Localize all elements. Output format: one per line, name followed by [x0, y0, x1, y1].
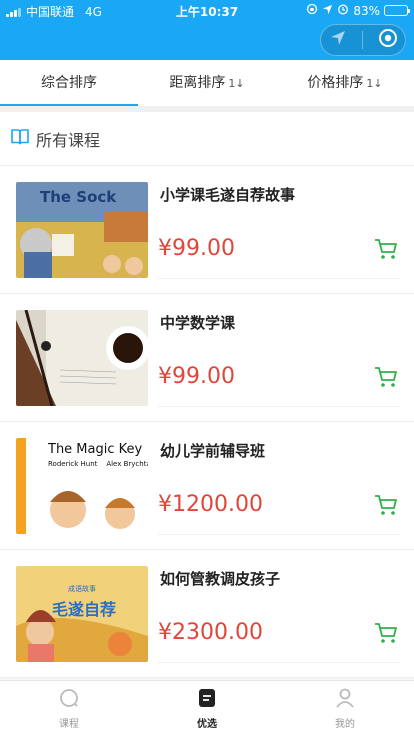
- course-name: 幼儿学前辅导班: [160, 442, 266, 460]
- course-name: 小学课毛遂自荐故事: [160, 186, 296, 204]
- course-price: ¥99.00: [158, 364, 235, 389]
- thumb-title: The Sock: [40, 188, 117, 206]
- tab-price[interactable]: 价格排序 1↓: [276, 60, 414, 106]
- sort-tabs: 综合排序 距离排序 1↓ 价格排序 1↓: [0, 60, 414, 106]
- tab-label: 课程: [59, 719, 79, 730]
- status-bar: 中国联通 4G 上午10:37 83%: [0, 0, 414, 22]
- course-thumbnail-magic-key: The Magic Key Roderick Hunt Alex Brychta: [16, 438, 148, 534]
- course-item[interactable]: 中学数学课 ¥99.00: [0, 294, 414, 422]
- divider: [158, 278, 400, 279]
- tab-comprehensive[interactable]: 综合排序: [0, 60, 138, 106]
- course-thumbnail-violin: [16, 310, 148, 406]
- section-title: 所有课程: [36, 130, 101, 150]
- sort-arrow-icon: 1↓: [228, 77, 245, 90]
- cart-icon[interactable]: [374, 622, 398, 648]
- tab-featured[interactable]: 优选: [138, 681, 276, 736]
- course-item[interactable]: The Sock 小学课毛遂自荐故事 ¥99.00: [0, 166, 414, 294]
- battery-percent: 83%: [353, 3, 380, 18]
- battery-icon: [384, 5, 410, 16]
- thumb-subtitle: 成语故事: [68, 585, 96, 593]
- tab-label: 优选: [197, 719, 217, 730]
- location-icon: [322, 4, 333, 18]
- target-icon[interactable]: [378, 28, 398, 52]
- mini-program-capsule: [320, 24, 406, 56]
- bottom-tab-bar: 课程 优选 我的: [0, 680, 414, 736]
- book-open-icon: [10, 128, 30, 150]
- tab-label: 综合排序: [41, 75, 97, 91]
- course-name: 中学数学课: [160, 314, 236, 332]
- location-arrow-icon[interactable]: [329, 29, 347, 51]
- course-thumbnail-story: 成语故事 毛遂自荐: [16, 566, 148, 662]
- course-item[interactable]: The Magic Key Roderick Hunt Alex Brychta…: [0, 422, 414, 550]
- course-thumbnail-sock: The Sock: [16, 182, 148, 278]
- course-price: ¥99.00: [158, 236, 235, 261]
- thumb-title: The Magic Key: [48, 442, 143, 457]
- course-item[interactable]: 成语故事 毛遂自荐 如何管教调皮孩子 ¥2300.00: [0, 550, 414, 678]
- course-price: ¥1200.00: [158, 492, 263, 517]
- alarm-icon: [337, 3, 349, 18]
- course-price: ¥2300.00: [158, 620, 263, 645]
- top-header: 中国联通 4G 上午10:37 83%: [0, 0, 414, 60]
- course-name: 如何管教调皮孩子: [160, 570, 281, 588]
- tab-distance[interactable]: 距离排序 1↓: [138, 60, 276, 106]
- tab-mine[interactable]: 我的: [276, 681, 414, 736]
- tab-label: 价格排序: [307, 75, 364, 91]
- divider: [158, 534, 400, 535]
- tab-label: 距离排序: [169, 75, 226, 91]
- lock-rotation-icon: [306, 3, 318, 18]
- section-header: 所有课程: [0, 112, 414, 166]
- course-list: The Sock 小学课毛遂自荐故事 ¥99.00 中学数学课 ¥99.00 T…: [0, 166, 414, 678]
- cart-icon[interactable]: [374, 366, 398, 392]
- divider: [158, 406, 400, 407]
- user-icon: [334, 687, 356, 713]
- search-icon: [58, 687, 80, 713]
- sort-arrow-icon: 1↓: [366, 77, 383, 90]
- cart-icon[interactable]: [374, 238, 398, 264]
- divider: [158, 662, 400, 663]
- tab-label: 我的: [335, 719, 355, 730]
- thumb-authors: Roderick Hunt Alex Brychta: [48, 460, 148, 468]
- tab-courses[interactable]: 课程: [0, 681, 138, 736]
- thumb-title: 毛遂自荐: [52, 600, 117, 619]
- note-icon: [196, 687, 218, 713]
- cart-icon[interactable]: [374, 494, 398, 520]
